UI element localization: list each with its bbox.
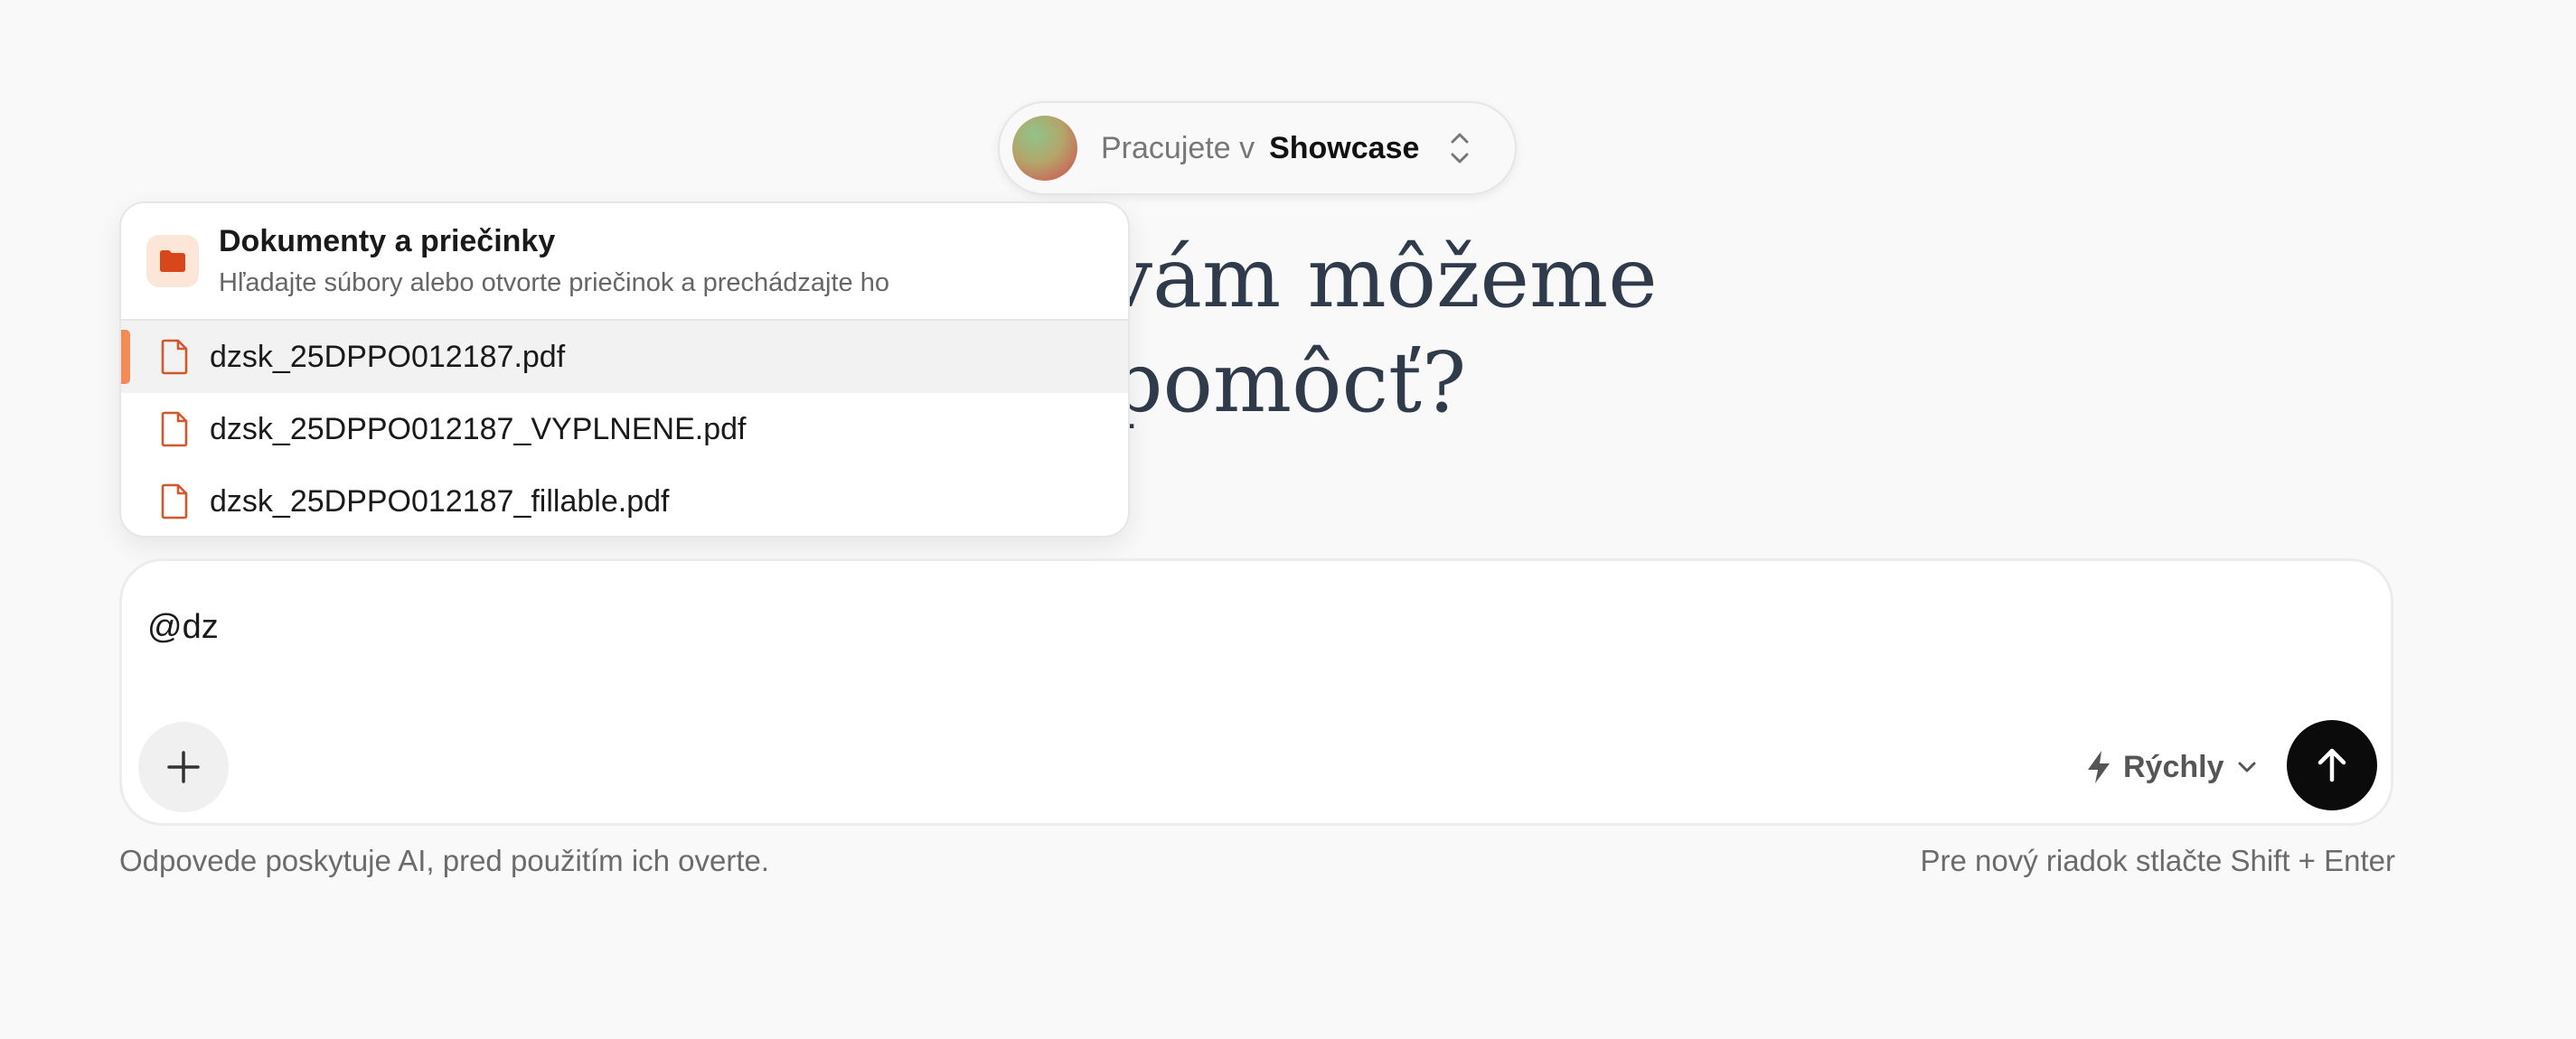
add-attachment-button[interactable] (138, 722, 229, 812)
file-icon (161, 411, 188, 447)
dropdown-item-label: dzsk_25DPPO012187.pdf (210, 339, 566, 374)
newline-hint: Pre nový riadok stlačte Shift + Enter (1920, 844, 2395, 877)
plus-icon (167, 751, 200, 783)
mention-dropdown: Dokumenty a priečinky Hľadajte súbory al… (119, 201, 1130, 538)
arrow-up-icon (2317, 748, 2346, 782)
chat-page: Pracujete v Showcase Ako vám môžeme pomô… (0, 0, 2576, 1039)
chevron-up-down-icon (1451, 133, 1469, 164)
message-input[interactable]: @dz (147, 608, 219, 647)
ai-disclaimer: Odpovede poskytuje AI, pred použitím ich… (119, 844, 770, 877)
dropdown-title: Dokumenty a priečinky (219, 224, 556, 258)
mode-label: Rýchly (2123, 749, 2224, 784)
chevron-down-icon (2238, 762, 2255, 772)
workspace-prefix: Pracujete v (1101, 130, 1255, 165)
send-button[interactable] (2287, 720, 2377, 810)
dropdown-item[interactable]: dzsk_25DPPO012187_fillable.pdf (121, 465, 1128, 536)
dropdown-item-label: dzsk_25DPPO012187_fillable.pdf (210, 483, 670, 519)
dropdown-item-label: dzsk_25DPPO012187_VYPLNENE.pdf (210, 411, 747, 446)
dropdown-header: Dokumenty a priečinky Hľadajte súbory al… (121, 203, 1128, 321)
workspace-switcher[interactable]: Pracujete v Showcase (998, 101, 1517, 195)
dropdown-subtitle: Hľadajte súbory alebo otvorte priečinok … (219, 268, 889, 297)
dropdown-item[interactable]: dzsk_25DPPO012187.pdf (121, 321, 1128, 393)
message-composer[interactable]: @dz Rýchly (119, 558, 2393, 826)
workspace-avatar (1012, 116, 1077, 181)
lightning-icon (2088, 751, 2110, 783)
file-icon (161, 483, 188, 520)
folder-icon (146, 235, 199, 287)
mode-selector[interactable]: Rýchly (2083, 742, 2261, 792)
dropdown-item[interactable]: dzsk_25DPPO012187_VYPLNENE.pdf (121, 393, 1128, 465)
workspace-name: Showcase (1269, 130, 1420, 165)
file-icon (161, 339, 188, 375)
